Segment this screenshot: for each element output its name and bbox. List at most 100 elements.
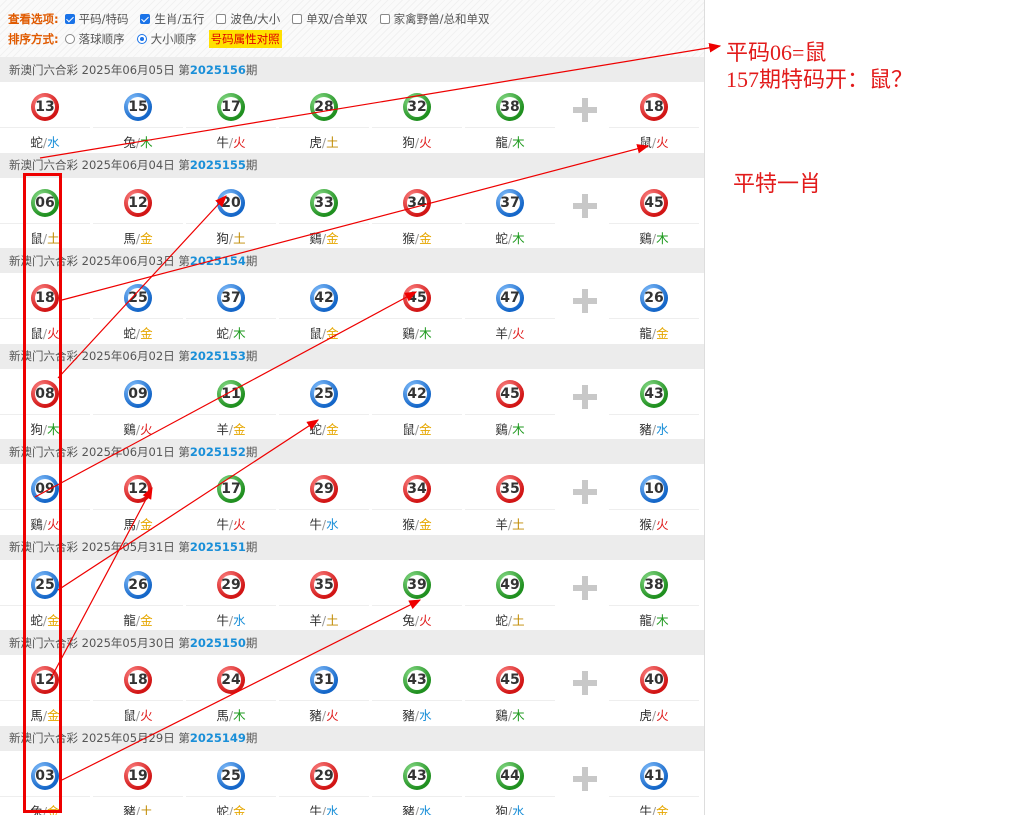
checkbox[interactable] [379, 14, 390, 24]
plus-icon [573, 575, 597, 600]
zodiac-element-label: 鷄/木 [465, 705, 555, 724]
ball-cell: 09 鷄/火 [93, 369, 183, 439]
ball-number: 25 [128, 290, 148, 306]
ball-number: 11 [221, 385, 241, 402]
number-ball: 29 [310, 761, 338, 790]
number-ball: 37 [217, 284, 245, 312]
element-text: 火 [233, 517, 246, 532]
ball-number: 40 [644, 672, 664, 688]
element-text: 金 [233, 803, 246, 815]
view-option[interactable]: 波色/大小 [216, 11, 280, 27]
ball-number: 25 [221, 767, 241, 784]
element-text: 水 [419, 708, 432, 723]
ball-cell: 15 兔/木 [93, 82, 183, 152]
ball-cell: 35 羊/土 [279, 560, 369, 630]
ball-number: 15 [128, 99, 148, 115]
draw-suffix: 期 [245, 253, 258, 268]
option-label: 平码/特码 [78, 12, 129, 26]
checkbox[interactable] [216, 14, 227, 24]
number-ball: 42 [403, 379, 431, 408]
zodiac-element-label: 鷄/火 [93, 419, 183, 438]
number-ball: 15 [124, 93, 152, 121]
number-ball: 43 [403, 666, 431, 694]
ball-number: 19 [128, 767, 148, 784]
ball-cell: 45 鷄/木 [465, 369, 555, 439]
zodiac-element-label: 牛/水 [279, 514, 369, 533]
view-option[interactable]: 平码/特码 [64, 11, 129, 27]
divider [372, 795, 462, 797]
draw-header: 新澳门六合彩 2025年05月31日 第 2025151 期 [0, 534, 704, 560]
ball-cell: 20 狗/土 [186, 178, 276, 248]
zodiac-element-label: 猴/金 [372, 514, 462, 533]
element-text: 火 [233, 135, 246, 150]
view-option[interactable]: 家禽野兽/总和单双 [379, 11, 489, 27]
divider [465, 509, 555, 510]
radio-button[interactable] [64, 34, 75, 44]
zodiac-text: 羊 [495, 326, 508, 341]
ball-number: 32 [407, 99, 427, 115]
zodiac-element-label: 牛/水 [186, 610, 276, 629]
zodiac-element-label: 牛/火 [186, 132, 276, 151]
zodiac-text: 猴 [402, 517, 415, 532]
number-ball: 20 [217, 188, 245, 217]
divider [93, 700, 183, 701]
checkbox[interactable] [292, 14, 303, 24]
option-label: 单双/合单双 [306, 12, 368, 26]
number-ball: 45 [496, 379, 524, 408]
sort-option[interactable]: 落球顺序 [64, 31, 125, 47]
ball-cell: 35 羊/土 [465, 464, 555, 534]
zodiac-element-label: 羊/金 [186, 419, 276, 438]
element-text: 水 [233, 612, 246, 628]
ball-cell: 26 龍/金 [93, 560, 183, 630]
number-ball: 32 [403, 93, 431, 121]
number-ball: 13 [31, 93, 59, 121]
plus-icon [573, 289, 597, 313]
ball-cell: 29 牛/水 [279, 464, 369, 534]
number-ball: 45 [403, 284, 431, 312]
zodiac-element-label: 龍/金 [609, 323, 699, 342]
view-option[interactable]: 生肖/五行 [140, 11, 204, 27]
number-ball: 40 [640, 666, 668, 694]
checkbox[interactable] [140, 14, 151, 24]
element-text: 土 [326, 135, 339, 150]
draw-issue: 2025155 [189, 158, 246, 172]
divider [609, 413, 699, 415]
number-ball: 43 [403, 761, 431, 790]
divider [93, 222, 183, 224]
zodiac-element-label: 鷄/金 [279, 228, 369, 247]
ball-number: 29 [314, 481, 334, 497]
zodiac-text: 兔 [123, 135, 136, 150]
draw-header: 新澳门六合彩 2025年06月02日 第 2025153 期 [0, 343, 704, 369]
zodiac-text: 豬 [123, 803, 136, 815]
ball-number: 18 [644, 99, 664, 115]
ball-number: 42 [407, 385, 427, 402]
attribute-table-link[interactable]: 号码属性对照 [208, 30, 282, 48]
zodiac-text: 猴 [639, 517, 652, 532]
divider [465, 127, 555, 128]
divider [279, 413, 369, 415]
element-text: 木 [512, 421, 525, 437]
radio-button[interactable] [136, 34, 147, 44]
special-ball-cell: 40 虎/火 [609, 655, 699, 725]
ball-number: 45 [644, 194, 664, 211]
number-ball: 25 [124, 284, 152, 312]
element-text: 金 [419, 421, 432, 437]
view-option[interactable]: 单双/合单双 [292, 11, 368, 27]
ball-number: 49 [500, 576, 520, 593]
sort-option[interactable]: 大小顺序 [136, 31, 197, 47]
zodiac-text: 蛇 [495, 612, 508, 628]
ball-number: 09 [128, 385, 148, 402]
divider [465, 604, 555, 606]
divider [372, 700, 462, 701]
divider [372, 318, 462, 319]
number-ball: 09 [124, 379, 152, 408]
divider [609, 795, 699, 797]
checkbox[interactable] [64, 14, 75, 24]
divider [186, 700, 276, 701]
zodiac-text: 龍 [495, 135, 508, 150]
draw-block: 新澳门六合彩 2025年06月05日 第 2025156 期 13 蛇/水 15 兔/木 17… [0, 57, 704, 153]
zodiac-element-label: 馬/金 [93, 228, 183, 247]
ball-number: 41 [644, 767, 664, 784]
zodiac-element-label: 豬/火 [279, 705, 369, 724]
option-label: 大小顺序 [150, 32, 197, 46]
